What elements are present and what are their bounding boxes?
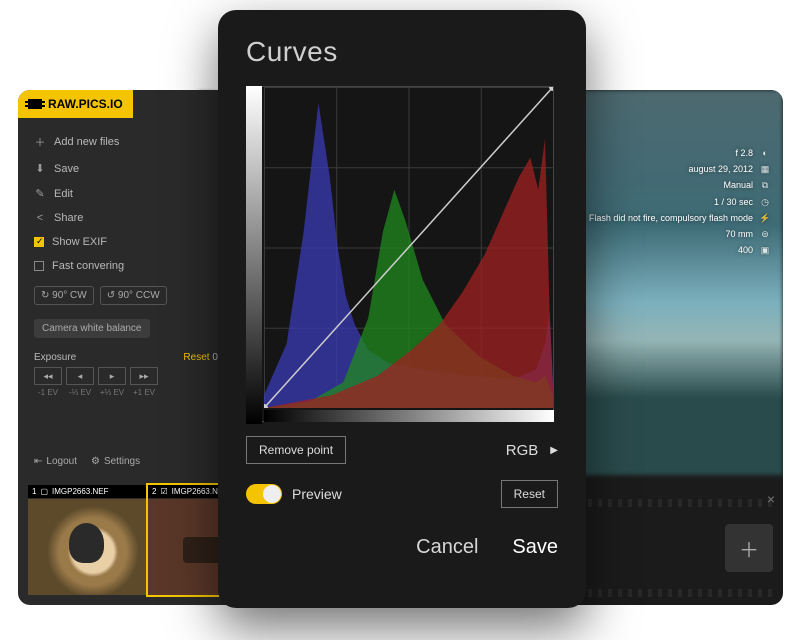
shutter-icon: ◷ — [759, 194, 771, 210]
calendar-icon: ▦ — [759, 161, 771, 177]
white-balance-select[interactable]: Camera white balance — [34, 319, 150, 338]
cancel-button[interactable]: Cancel — [416, 536, 478, 559]
checkbox-icon — [34, 261, 44, 271]
rotate-ccw-button[interactable]: ↺ 90° CCW — [100, 286, 167, 305]
exposure-reset[interactable]: Reset — [183, 352, 209, 363]
save-button[interactable]: Save — [512, 536, 558, 559]
share-icon: < — [34, 212, 46, 224]
add-files-button[interactable]: ＋Add new files — [34, 128, 234, 156]
gear-icon: ⚙ — [91, 456, 100, 467]
logout-button[interactable]: ⇤Logout — [34, 456, 77, 467]
app-logo: RAW.PICS.IO — [18, 90, 133, 118]
pencil-icon: ✎ — [34, 187, 46, 200]
triangle-right-icon: ▶ — [550, 445, 558, 456]
remove-point-button[interactable]: Remove point — [246, 436, 346, 464]
sidebar-window: RAW.PICS.IO ＋Add new files ⬇Save▾ ✎Edit … — [18, 90, 250, 605]
curves-editor[interactable] — [246, 86, 554, 422]
add-photo-tile[interactable]: ＋ — [725, 524, 773, 572]
preview-label: Preview — [292, 486, 342, 502]
preview-window: f 2.8◐ august 29, 2012▦ Manual⧉ 1 / 30 s… — [558, 90, 783, 605]
film-strip: × ＋ — [568, 503, 773, 593]
iso-icon: ▣ — [759, 242, 771, 258]
exposure-label: Exposure — [34, 352, 76, 363]
exp-step-back[interactable]: ◂ — [66, 367, 94, 385]
exp-step-back2[interactable]: ◂◂ — [34, 367, 62, 385]
output-gradient — [246, 86, 262, 424]
exp-step-fwd[interactable]: ▸ — [98, 367, 126, 385]
download-icon: ⬇ — [34, 162, 46, 175]
reset-button[interactable]: Reset — [501, 480, 558, 508]
flash-icon: ⚡ — [759, 210, 771, 226]
histogram-chart — [264, 87, 553, 408]
film-icon — [28, 99, 42, 109]
share-button[interactable]: <Share — [34, 206, 234, 230]
fast-convert-toggle[interactable]: Fast convering — [34, 254, 234, 278]
settings-button[interactable]: ⚙Settings — [91, 456, 140, 467]
dialog-title: Curves — [246, 36, 558, 68]
curves-dialog: Curves Remove point RGB ▶ Preview Reset — [218, 10, 586, 608]
aperture-icon: ◐ — [759, 145, 771, 161]
show-exif-toggle[interactable]: Show EXIF — [34, 230, 234, 254]
rotate-cw-button[interactable]: ↻ 90° CW — [34, 286, 94, 305]
close-icon[interactable]: × — [767, 491, 775, 507]
edit-button[interactable]: ✎Edit — [34, 181, 234, 206]
input-gradient — [264, 410, 554, 422]
focal-icon: ⊜ — [759, 226, 771, 242]
thumbnail[interactable]: 1▢IMGP2663.NEF — [28, 485, 146, 595]
channel-select[interactable]: RGB ▶ — [506, 442, 558, 459]
preview-toggle[interactable] — [246, 484, 282, 504]
save-button[interactable]: ⬇Save▾ — [34, 156, 234, 181]
exif-overlay: f 2.8◐ august 29, 2012▦ Manual⧉ 1 / 30 s… — [589, 145, 771, 258]
logout-icon: ⇤ — [34, 456, 42, 467]
checkbox-checked-icon — [34, 237, 44, 247]
plus-icon: ＋ — [34, 134, 46, 150]
mode-icon: ⧉ — [759, 177, 771, 193]
exp-step-fwd2[interactable]: ▸▸ — [130, 367, 158, 385]
